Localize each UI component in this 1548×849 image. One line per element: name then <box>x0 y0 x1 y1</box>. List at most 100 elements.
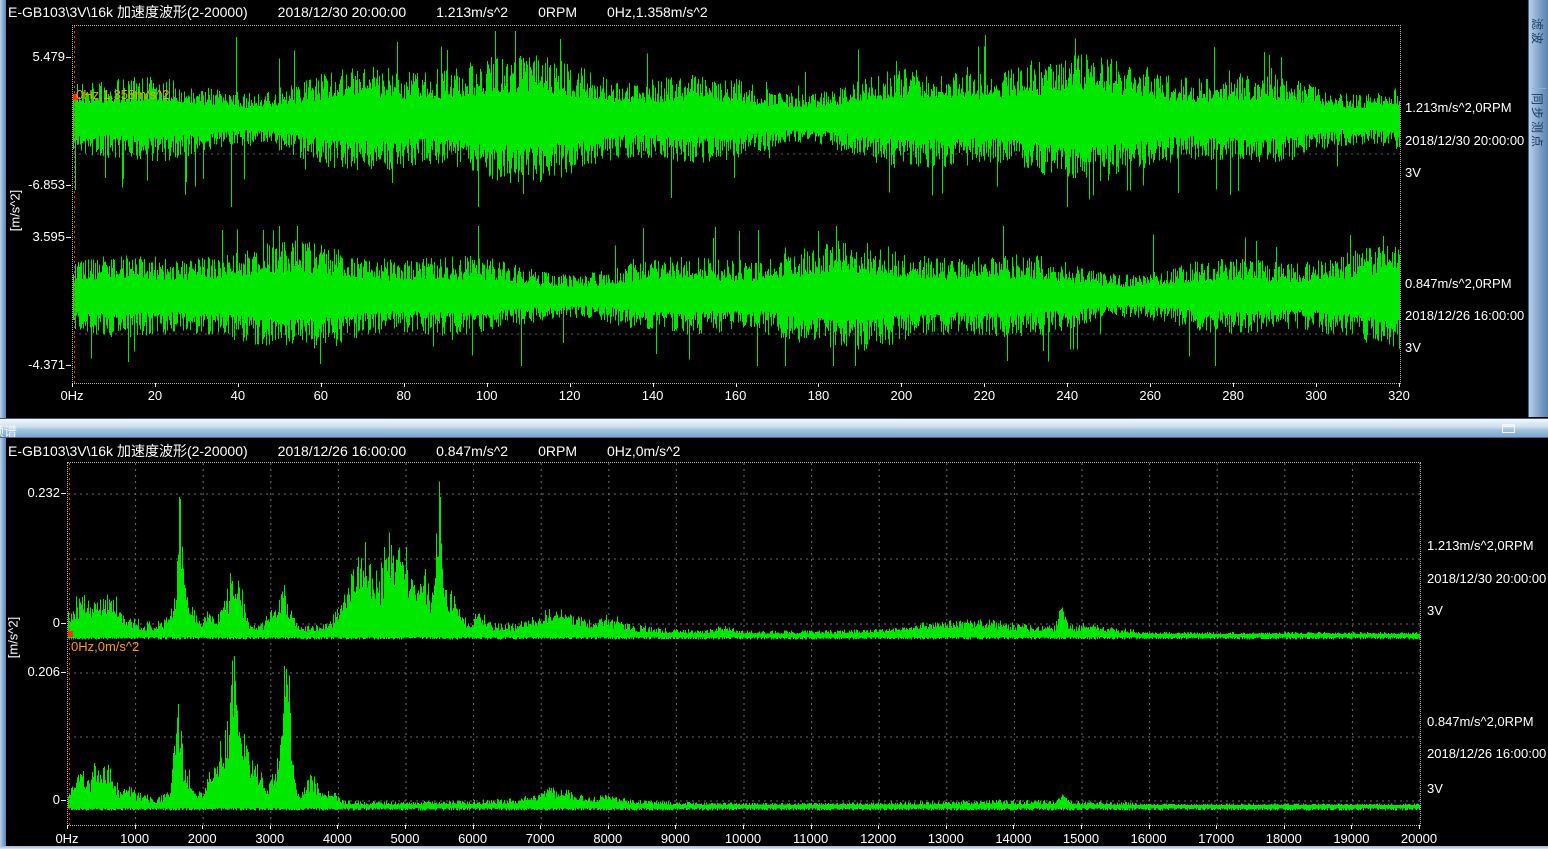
x-tick-mark <box>1081 825 1082 829</box>
x-tick-label: 40 <box>231 388 245 403</box>
x-tick-label: 320 <box>1388 388 1410 403</box>
x-tick-label: 9000 <box>661 831 690 846</box>
trace-1-time-label: 2018/12/30 20:00:00 <box>1427 571 1546 586</box>
x-tick-label: 280 <box>1222 388 1244 403</box>
restore-window-button[interactable] <box>1502 424 1515 433</box>
x-tick-mark <box>405 825 406 829</box>
x-tick-label: 140 <box>642 388 664 403</box>
x-tick-label: 11000 <box>793 831 828 846</box>
x-tick-mark <box>570 383 571 387</box>
trace-2-channel-label: 3V <box>1427 781 1443 796</box>
spectrum-window-title: 频谱 <box>0 421 17 438</box>
y-tick-mark <box>66 57 71 58</box>
y-axis-unit: [m/s^2] <box>6 603 21 673</box>
trace-1-amp-label: 1.213m/s^2,0RPM <box>1405 100 1512 115</box>
x-tick-mark <box>1419 825 1420 829</box>
x-tick-mark <box>1013 825 1014 829</box>
x-tick-label: 20 <box>148 388 162 403</box>
channel-path: E-GB103\3V\16k 加速度波形(2-20000) <box>8 443 248 459</box>
x-tick-label: 200 <box>891 388 913 403</box>
x-tick-mark <box>901 383 902 387</box>
x-tick-mark <box>202 825 203 829</box>
y-tick-mark <box>66 185 71 186</box>
x-tick-label: 120 <box>559 388 581 403</box>
trace-2-channel-label: 3V <box>1405 340 1421 355</box>
x-tick-label: 100 <box>476 388 498 403</box>
cursor-readout: 0Hz,0m/s^2 <box>607 443 680 459</box>
x-tick-mark <box>1216 825 1217 829</box>
rpm-value: 0RPM <box>538 4 577 20</box>
tab-filter[interactable]: 滤波 <box>1532 18 1546 82</box>
x-tick-label: 260 <box>1139 388 1161 403</box>
x-tick-mark <box>675 825 676 829</box>
overall-value: 0.847m/s^2 <box>436 443 508 459</box>
x-tick-mark <box>818 383 819 387</box>
x-tick-label: 4000 <box>323 831 352 846</box>
y-tick-mark <box>61 623 66 624</box>
x-tick-label: 60 <box>314 388 328 403</box>
y-tick-label: 3.595 <box>3 229 65 244</box>
x-tick-mark <box>984 383 985 387</box>
y-tick-mark <box>61 672 66 673</box>
x-tick-label: 160 <box>725 388 747 403</box>
x-tick-mark <box>473 825 474 829</box>
cursor-value-label: 0Hz,0m/s^2 <box>71 639 139 654</box>
x-tick-label: 17000 <box>1198 831 1234 846</box>
x-tick-label: 7000 <box>526 831 555 846</box>
trace-1-channel-label: 3V <box>1427 603 1443 618</box>
x-tick-label: 0Hz <box>55 831 78 846</box>
x-tick-label: 20000 <box>1401 831 1437 846</box>
x-tick-label: 16000 <box>1131 831 1167 846</box>
y-tick-mark <box>61 493 66 494</box>
x-tick-label: 13000 <box>928 831 964 846</box>
y-tick-label: 0.206 <box>0 664 60 679</box>
y-tick-mark <box>61 800 66 801</box>
x-tick-label: 180 <box>808 388 830 403</box>
x-tick-label: 8000 <box>593 831 622 846</box>
x-tick-mark <box>321 383 322 387</box>
x-tick-mark <box>743 825 744 829</box>
x-tick-mark <box>1150 383 1151 387</box>
trace-1-time-label: 2018/12/30 20:00:00 <box>1405 133 1524 148</box>
timestamp: 2018/12/30 20:00:00 <box>278 4 406 20</box>
x-tick-label: 12000 <box>860 831 896 846</box>
x-tick-mark <box>653 383 654 387</box>
waveform-traces <box>73 26 1400 383</box>
x-tick-mark <box>487 383 488 387</box>
y-tick-mark <box>66 365 71 366</box>
x-tick-mark <box>1399 383 1400 387</box>
x-tick-label: 240 <box>1056 388 1078 403</box>
x-tick-mark <box>135 825 136 829</box>
tab-sync-measure-points[interactable]: 同步测点 <box>1532 88 1546 203</box>
x-tick-label: 2000 <box>188 831 217 846</box>
x-tick-mark <box>1351 825 1352 829</box>
y-tick-label: 0.232 <box>0 485 60 500</box>
x-tick-mark <box>1316 383 1317 387</box>
trace-2-time-label: 2018/12/26 16:00:00 <box>1405 308 1524 323</box>
x-tick-label: 5000 <box>391 831 420 846</box>
x-tick-mark <box>540 825 541 829</box>
x-tick-label: 220 <box>973 388 995 403</box>
x-tick-mark <box>1284 825 1285 829</box>
y-tick-label: 5.479 <box>3 49 65 64</box>
x-tick-label: 15000 <box>1063 831 1099 846</box>
x-tick-mark <box>72 383 73 387</box>
x-tick-mark <box>811 825 812 829</box>
y-tick-label: 0 <box>0 615 60 630</box>
channel-path: E-GB103\3V\16k 加速度波形(2-20000) <box>8 4 248 20</box>
y-tick-label: -6.853 <box>3 177 65 192</box>
waveform-plot-area[interactable]: 0Hz,1.358m/s^2 <box>72 25 1401 384</box>
spectrum-plot-area[interactable]: 0Hz,0m/s^2 <box>67 462 1421 826</box>
x-tick-label: 19000 <box>1333 831 1369 846</box>
timestamp: 2018/12/26 16:00:00 <box>278 443 406 459</box>
side-tab-strip: 滤波 同步测点 <box>1528 0 1548 417</box>
x-tick-label: 18000 <box>1266 831 1302 846</box>
x-tick-label: 14000 <box>995 831 1031 846</box>
spectrum-traces <box>68 463 1420 825</box>
spectrum-window-titlebar[interactable]: 频谱 <box>0 418 1548 438</box>
cursor-readout: 0Hz,1.358m/s^2 <box>607 4 708 20</box>
x-tick-mark <box>67 825 68 829</box>
x-tick-mark <box>1067 383 1068 387</box>
y-tick-mark <box>66 237 71 238</box>
waveform-title-row: E-GB103\3V\16k 加速度波形(2-20000) 2018/12/30 … <box>8 2 738 22</box>
